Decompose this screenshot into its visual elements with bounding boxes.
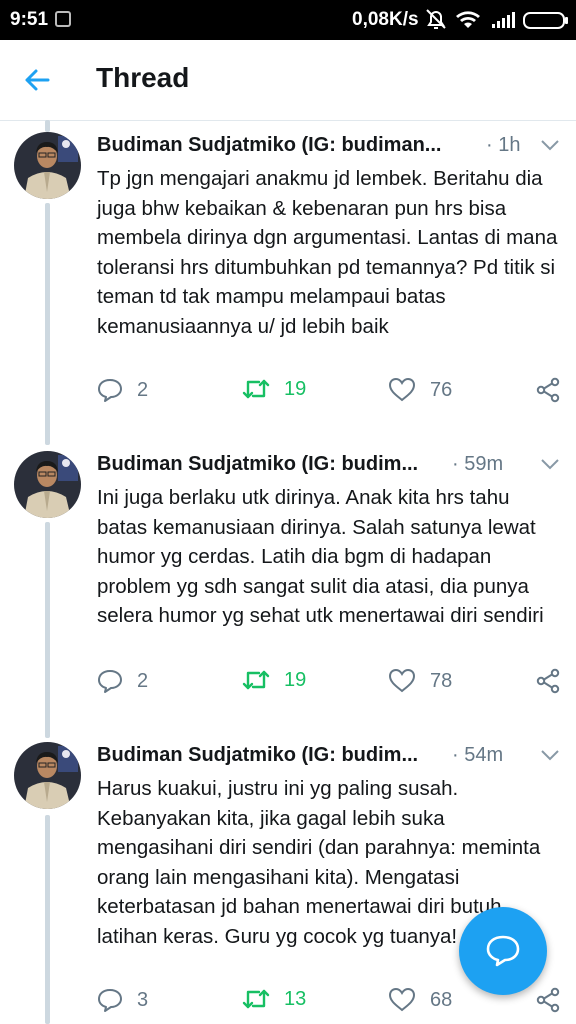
tweet-text: Tp jgn mengajari anakmu jd lembek. Berit… [97,167,558,338]
app-bar: Thread [0,40,576,121]
share-icon [536,668,560,694]
signal-icon [492,12,515,28]
avatar[interactable] [14,451,81,518]
reply-count: 2 [137,378,149,401]
reply-icon [98,379,122,402]
back-arrow-icon[interactable] [22,65,52,95]
tweet[interactable]: Budiman Sudjatmiko (IG: budiman... · 1h … [0,132,576,422]
tweet-time: · 54m [452,744,504,766]
heart-icon [388,377,416,402]
mute-icon [426,9,446,29]
retweet-count: 19 [284,668,307,691]
compose-reply-button[interactable] [459,907,547,995]
avatar-image [14,132,81,199]
reply-count: 3 [137,988,149,1011]
tweet-time: · 59m [452,453,504,475]
like-button[interactable]: 76 [388,377,452,403]
share-button[interactable] [535,668,561,694]
like-button[interactable]: 78 [388,668,452,694]
compose-reply-icon [486,935,520,967]
tweet-actions: 2 19 76 [97,377,567,407]
heart-icon [388,987,416,1012]
share-icon [536,377,560,403]
tweet-time: · 1h [486,134,521,156]
retweet-button[interactable]: 13 [242,987,306,1011]
retweet-icon [242,989,270,1009]
avatar[interactable] [14,742,81,809]
chevron-down-icon[interactable] [540,748,560,762]
tweet-author[interactable]: Budiman Sudjatmiko (IG: budim... [97,744,418,767]
tweet-author[interactable]: Budiman Sudjatmiko (IG: budim... [97,453,418,476]
retweet-button[interactable]: 19 [242,668,306,692]
page-title: Thread [96,62,190,93]
share-button[interactable] [535,377,561,403]
retweet-icon [242,379,270,399]
thread-line [45,120,50,132]
reply-count: 2 [137,669,149,692]
reply-button[interactable]: 2 [97,668,148,694]
reply-button[interactable]: 3 [97,987,148,1013]
avatar[interactable] [14,132,81,199]
status-icons [426,9,568,29]
like-count: 68 [430,988,453,1011]
chevron-down-icon[interactable] [540,138,560,152]
app-notification-icon [55,11,71,27]
tweet-author[interactable]: Budiman Sudjatmiko (IG: budiman... [97,134,441,157]
like-count: 76 [430,378,453,401]
tweet-actions: 2 19 78 [97,668,567,698]
retweet-icon [242,670,270,690]
like-button[interactable]: 68 [388,987,452,1013]
avatar-image [14,451,81,518]
avatar-image [14,742,81,809]
chevron-down-icon[interactable] [540,457,560,471]
reply-icon [98,670,122,693]
battery-icon [523,12,568,29]
status-time: 9:51 [10,9,49,30]
reply-button[interactable]: 2 [97,377,148,403]
status-bar: 9:51 0,08K/s [0,0,576,40]
retweet-button[interactable]: 19 [242,377,306,401]
like-count: 78 [430,669,453,692]
tweet[interactable]: Budiman Sudjatmiko (IG: budim... · 59m I… [0,451,576,721]
network-speed: 0,08K/s [352,9,419,30]
tweet-text: Ini juga berlaku utk dirinya. Anak kita … [97,486,544,627]
reply-icon [98,989,122,1012]
retweet-count: 19 [284,377,307,400]
heart-icon [388,668,416,693]
retweet-count: 13 [284,987,307,1010]
wifi-icon [456,11,480,28]
